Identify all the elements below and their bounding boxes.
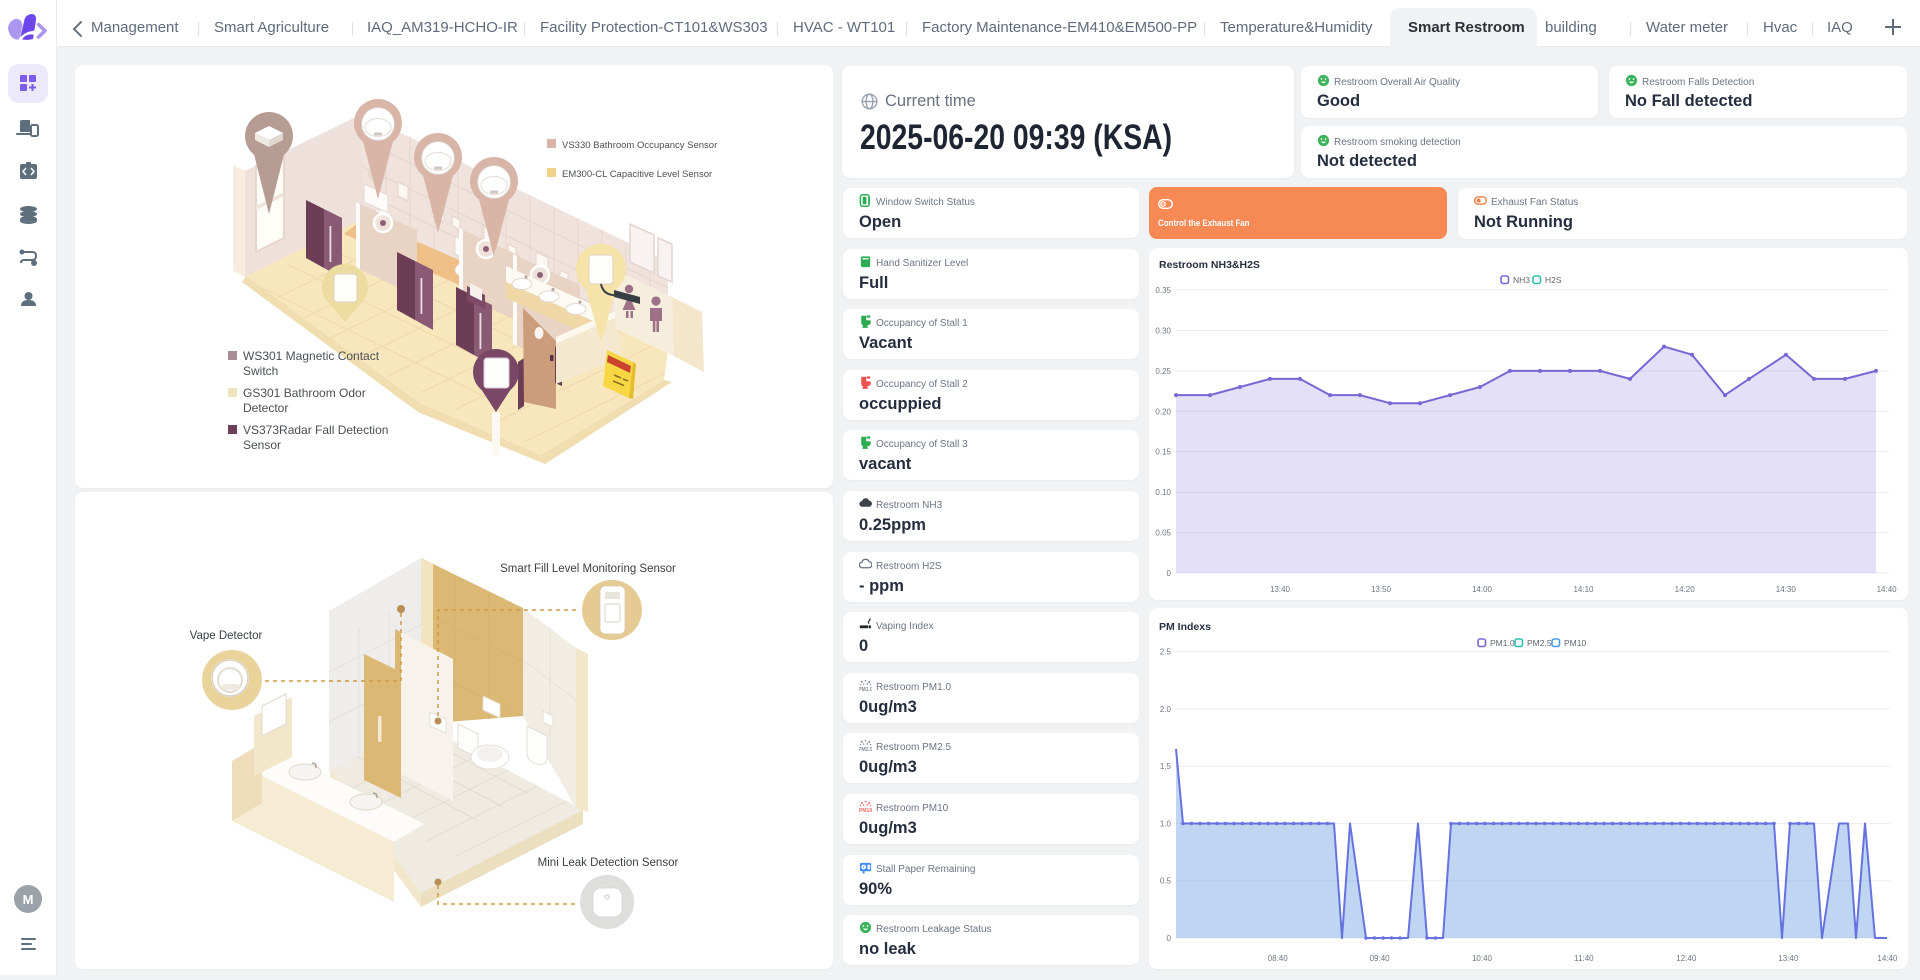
svg-text:VS373Radar Fall Detection: VS373Radar Fall Detection xyxy=(243,423,388,437)
svg-text:GS301 Bathroom Odor: GS301 Bathroom Odor xyxy=(243,386,366,400)
svg-text:Restroom NH3&H2S: Restroom NH3&H2S xyxy=(1159,259,1260,271)
svg-text:M: M xyxy=(23,892,34,907)
svg-text:PM1.0: PM1.0 xyxy=(859,687,872,692)
svg-text:10:40: 10:40 xyxy=(1472,954,1493,963)
svg-text:Switch: Switch xyxy=(243,364,278,378)
svg-text:14:40: 14:40 xyxy=(1877,585,1898,594)
svg-text:09:40: 09:40 xyxy=(1370,954,1391,963)
svg-text:1.5: 1.5 xyxy=(1160,762,1172,771)
svg-text:VS330 Bathroom Occupancy Senso: VS330 Bathroom Occupancy Sensor xyxy=(562,140,717,151)
svg-text:0.30: 0.30 xyxy=(1155,326,1171,335)
svg-text:Smart Fill Level Monitoring Se: Smart Fill Level Monitoring Sensor xyxy=(500,563,676,575)
svg-text:0.10: 0.10 xyxy=(1155,488,1171,497)
svg-text:0.20: 0.20 xyxy=(1155,407,1171,416)
svg-text:Mini Leak Detection Sensor: Mini Leak Detection Sensor xyxy=(538,857,679,869)
svg-text:13:40: 13:40 xyxy=(1270,585,1291,594)
svg-text:2.0: 2.0 xyxy=(1160,705,1172,714)
svg-text:0.15: 0.15 xyxy=(1155,448,1171,457)
svg-text:0.05: 0.05 xyxy=(1155,529,1171,538)
svg-text:0: 0 xyxy=(1167,934,1172,943)
svg-text:12:40: 12:40 xyxy=(1676,954,1697,963)
svg-text:08:40: 08:40 xyxy=(1268,954,1289,963)
svg-text:14:40: 14:40 xyxy=(1877,954,1898,963)
svg-text:14:10: 14:10 xyxy=(1573,585,1594,594)
svg-text:0.25: 0.25 xyxy=(1155,367,1171,376)
svg-text:14:00: 14:00 xyxy=(1472,585,1493,594)
svg-text:0.35: 0.35 xyxy=(1155,286,1171,295)
svg-text:PM10: PM10 xyxy=(859,808,872,813)
svg-text:PM2.5: PM2.5 xyxy=(859,747,872,752)
svg-text:EM300-CL Capacitive Level Sens: EM300-CL Capacitive Level Sensor xyxy=(562,169,712,180)
svg-text:0.5: 0.5 xyxy=(1160,877,1172,886)
svg-text:11:40: 11:40 xyxy=(1574,954,1594,963)
svg-text:14:20: 14:20 xyxy=(1675,585,1696,594)
svg-text:Vape Detector: Vape Detector xyxy=(190,630,263,642)
svg-text:13:50: 13:50 xyxy=(1371,585,1392,594)
svg-text:PM Indexs: PM Indexs xyxy=(1159,621,1211,633)
svg-text:13:40: 13:40 xyxy=(1778,954,1799,963)
svg-text:1.0: 1.0 xyxy=(1160,820,1172,829)
svg-text:Sensor: Sensor xyxy=(243,438,281,452)
svg-text:0: 0 xyxy=(1167,569,1172,578)
svg-text:WS301 Magnetic Contact: WS301 Magnetic Contact xyxy=(243,349,380,363)
svg-text:Detector: Detector xyxy=(243,401,288,415)
svg-text:NH3: NH3 xyxy=(1513,275,1530,285)
svg-text:14:30: 14:30 xyxy=(1776,585,1797,594)
svg-text:PM2.5: PM2.5 xyxy=(1527,638,1552,648)
svg-text:2.5: 2.5 xyxy=(1160,648,1172,657)
svg-text:PM1.0: PM1.0 xyxy=(1490,638,1515,648)
svg-text:PM10: PM10 xyxy=(1564,638,1586,648)
svg-text:H2S: H2S xyxy=(1545,275,1562,285)
